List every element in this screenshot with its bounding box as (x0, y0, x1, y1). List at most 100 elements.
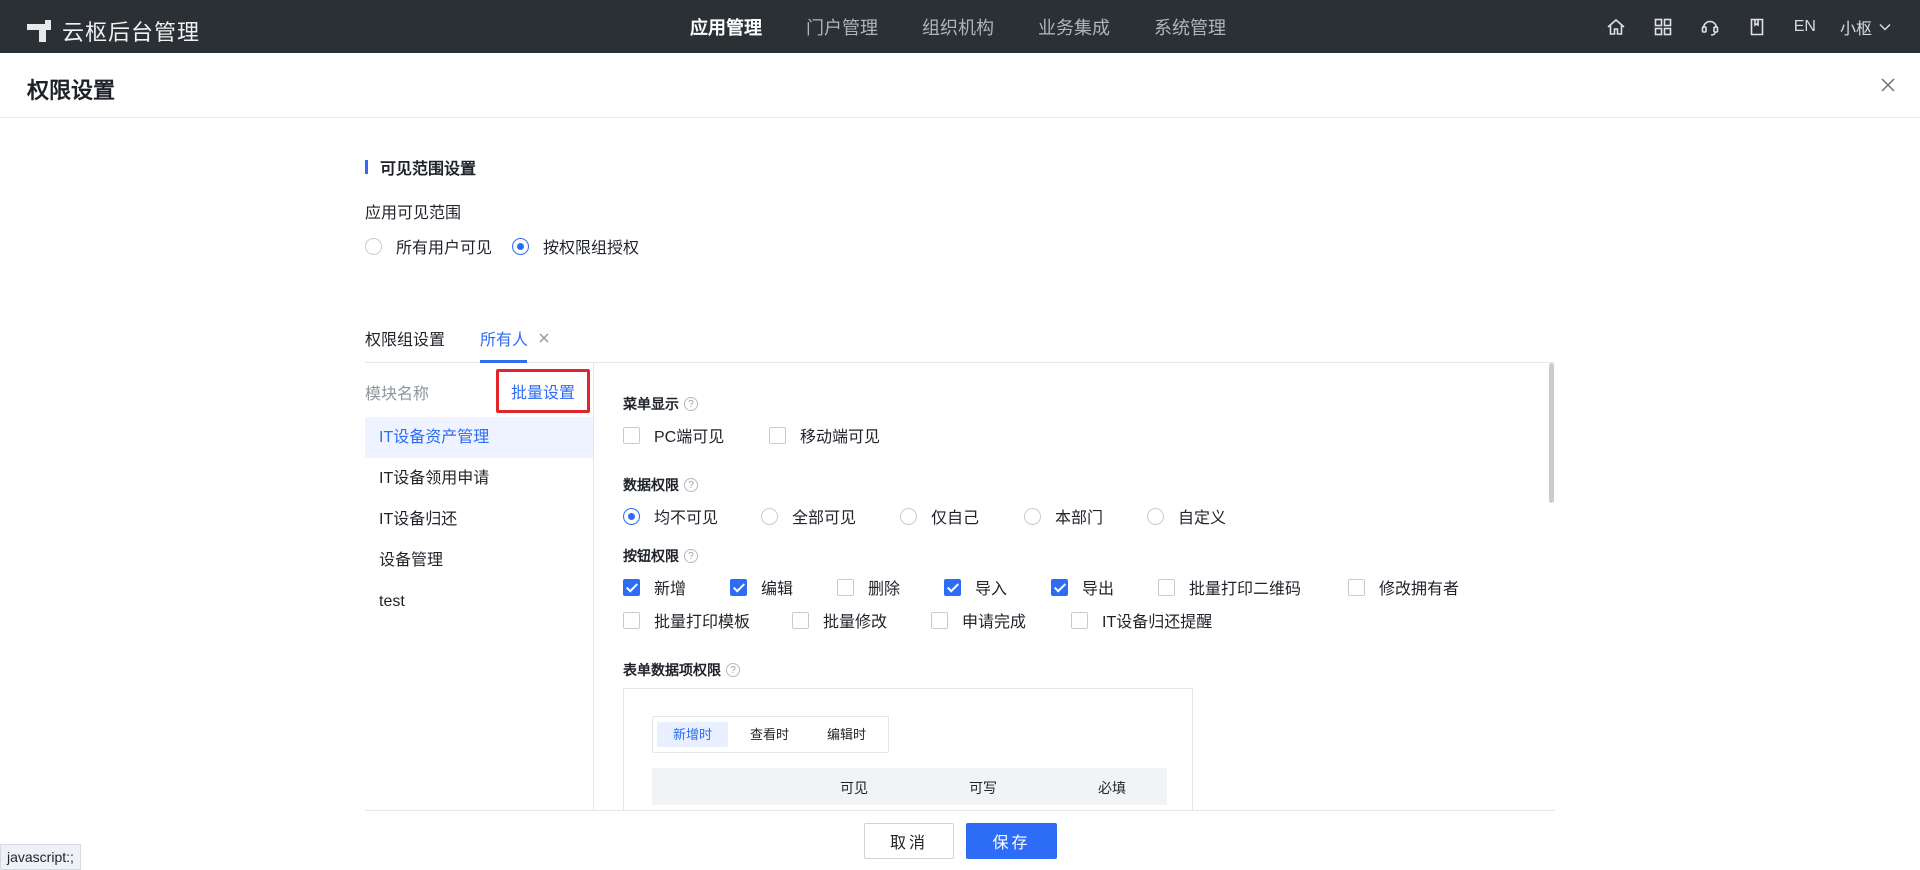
page-header: 权限设置 (0, 53, 1920, 118)
checkbox-box[interactable] (837, 578, 854, 596)
brand-name: 云枢后台管理 (62, 20, 201, 45)
column-visible: 可见 (840, 780, 868, 796)
permission-detail: 菜单显示 ? PC端可见 移动端可见 数据权限 ? 均不可见 全部可见 仅自己 … (623, 363, 1543, 818)
menu-display-title: 菜单显示 ? (623, 394, 698, 414)
tab-close-icon[interactable] (538, 332, 550, 344)
checkbox-box[interactable] (623, 426, 640, 444)
visibility-scope-label: 应用可见范围 (365, 205, 462, 222)
radio-circle[interactable] (1024, 507, 1041, 525)
tab-everyone[interactable]: 所有人 (480, 326, 528, 350)
cancel-button[interactable]: 取消 (864, 823, 954, 859)
checkbox-box[interactable] (1348, 578, 1365, 596)
tab-permission-group-settings[interactable]: 权限组设置 (365, 326, 445, 350)
mode-on-edit[interactable]: 编辑时 (811, 722, 882, 747)
radio-all-visible[interactable]: 全部可见 (761, 504, 856, 528)
language-switch[interactable]: EN (1794, 18, 1816, 36)
logo-icon (27, 20, 51, 42)
list-item[interactable]: 设备管理 (365, 540, 593, 581)
menu-portal-management[interactable]: 门户管理 (806, 14, 878, 40)
data-permission-title: 数据权限 ? (623, 475, 698, 495)
checkbox-box-checked[interactable] (730, 578, 747, 596)
user-name: 小枢 (1839, 20, 1872, 38)
brand-logo[interactable]: 云枢后台管理 (27, 15, 200, 47)
footer-actions: 取消 保存 (365, 810, 1555, 870)
radio-circle-selected[interactable] (512, 237, 530, 255)
mode-on-create[interactable]: 新增时 (657, 722, 729, 747)
checkbox-export[interactable]: 导出 (1051, 575, 1114, 599)
section-title-visibility: 可见范围设置 (365, 155, 476, 179)
checkbox-delete[interactable]: 删除 (837, 575, 900, 599)
radio-all-users[interactable]: 所有用户可见 (365, 234, 492, 258)
batch-settings-button[interactable]: 批量设置 (496, 369, 590, 413)
main-menu: 应用管理 门户管理 组织机构 业务集成 系统管理 (690, 0, 1270, 53)
close-icon[interactable] (1878, 75, 1898, 95)
radio-circle[interactable] (900, 507, 917, 525)
checkbox-apply-complete[interactable]: 申请完成 (931, 608, 1026, 632)
radio-circle[interactable] (1147, 507, 1164, 525)
section-marker (365, 160, 368, 174)
grid-icon[interactable] (1652, 16, 1674, 38)
top-navbar: 云枢后台管理 应用管理 门户管理 组织机构 业务集成 系统管理 EN 小枢 (0, 0, 1920, 53)
checkbox-change-owner[interactable]: 修改拥有者 (1348, 575, 1459, 599)
checkbox-box[interactable] (931, 611, 948, 629)
radio-permission-group[interactable]: 按权限组授权 (512, 234, 639, 258)
radio-circle[interactable] (365, 237, 382, 255)
table-header: 可见 可写 必填 (652, 768, 1167, 805)
module-name-header: 模块名称 (365, 386, 430, 403)
checkbox-box[interactable] (1071, 611, 1088, 629)
column-writable: 可写 (969, 780, 997, 796)
help-icon[interactable]: ? (726, 663, 740, 677)
page-title: 权限设置 (27, 78, 116, 103)
home-icon[interactable] (1605, 16, 1627, 38)
help-icon[interactable]: ? (684, 549, 698, 563)
mode-on-view[interactable]: 查看时 (734, 722, 805, 747)
radio-circle-selected[interactable] (623, 507, 640, 525)
form-mode-switch: 新增时 查看时 编辑时 (652, 716, 889, 753)
checkbox-box-checked[interactable] (623, 578, 640, 596)
form-permission-title: 表单数据项权限 ? (623, 660, 740, 680)
module-panel: 模块名称 批量设置 IT设备资产管理 IT设备领用申请 IT设备归还 设备管理 … (365, 363, 594, 810)
save-button[interactable]: 保存 (966, 823, 1057, 859)
scrollbar[interactable] (1549, 363, 1554, 503)
radio-self-only[interactable]: 仅自己 (900, 504, 979, 528)
menu-business-integration[interactable]: 业务集成 (1038, 14, 1110, 40)
menu-organization[interactable]: 组织机构 (922, 14, 994, 40)
menu-app-management[interactable]: 应用管理 (690, 14, 762, 40)
top-right-tools: EN 小枢 (1580, 0, 1892, 53)
headset-icon[interactable] (1699, 16, 1721, 38)
checkbox-edit[interactable]: 编辑 (730, 575, 793, 599)
list-item[interactable]: IT设备归还 (365, 499, 593, 540)
list-item[interactable]: test (365, 581, 593, 622)
list-item[interactable]: IT设备资产管理 (365, 417, 593, 458)
list-item[interactable]: IT设备领用申请 (365, 458, 593, 499)
checkbox-pc-visible[interactable]: PC端可见 (623, 423, 724, 447)
checkbox-box[interactable] (1158, 578, 1175, 596)
checkbox-box[interactable] (792, 611, 809, 629)
radio-circle[interactable] (761, 507, 778, 525)
checkbox-add[interactable]: 新增 (623, 575, 686, 599)
status-bar-link: javascript:; (0, 844, 81, 870)
checkbox-box-checked[interactable] (944, 578, 961, 596)
visibility-scope-options: 所有用户可见 按权限组授权 (365, 234, 639, 258)
chevron-down-icon (1879, 23, 1891, 31)
radio-none-visible[interactable]: 均不可见 (623, 504, 718, 528)
checkbox-batch-modify[interactable]: 批量修改 (792, 608, 887, 632)
help-icon[interactable]: ? (684, 397, 698, 411)
module-list: IT设备资产管理 IT设备领用申请 IT设备归还 设备管理 test (365, 417, 593, 622)
checkbox-return-reminder[interactable]: IT设备归还提醒 (1071, 608, 1212, 632)
book-icon[interactable] (1746, 16, 1768, 38)
checkbox-box-checked[interactable] (1051, 578, 1068, 596)
checkbox-batch-print-template[interactable]: 批量打印模板 (623, 608, 750, 632)
checkbox-batch-print-qrcode[interactable]: 批量打印二维码 (1158, 575, 1301, 599)
radio-custom[interactable]: 自定义 (1147, 504, 1226, 528)
checkbox-box[interactable] (769, 426, 786, 444)
help-icon[interactable]: ? (684, 478, 698, 492)
user-menu[interactable]: 小枢 (1840, 15, 1892, 39)
checkbox-import[interactable]: 导入 (944, 575, 1007, 599)
form-permission-panel: 新增时 查看时 编辑时 可见 可写 必填 (623, 688, 1193, 818)
radio-own-department[interactable]: 本部门 (1024, 504, 1103, 528)
permission-tabs: 权限组设置 所有人 (365, 318, 1555, 363)
menu-system-management[interactable]: 系统管理 (1154, 14, 1226, 40)
checkbox-box[interactable] (623, 611, 640, 629)
checkbox-mobile-visible[interactable]: 移动端可见 (769, 423, 880, 447)
